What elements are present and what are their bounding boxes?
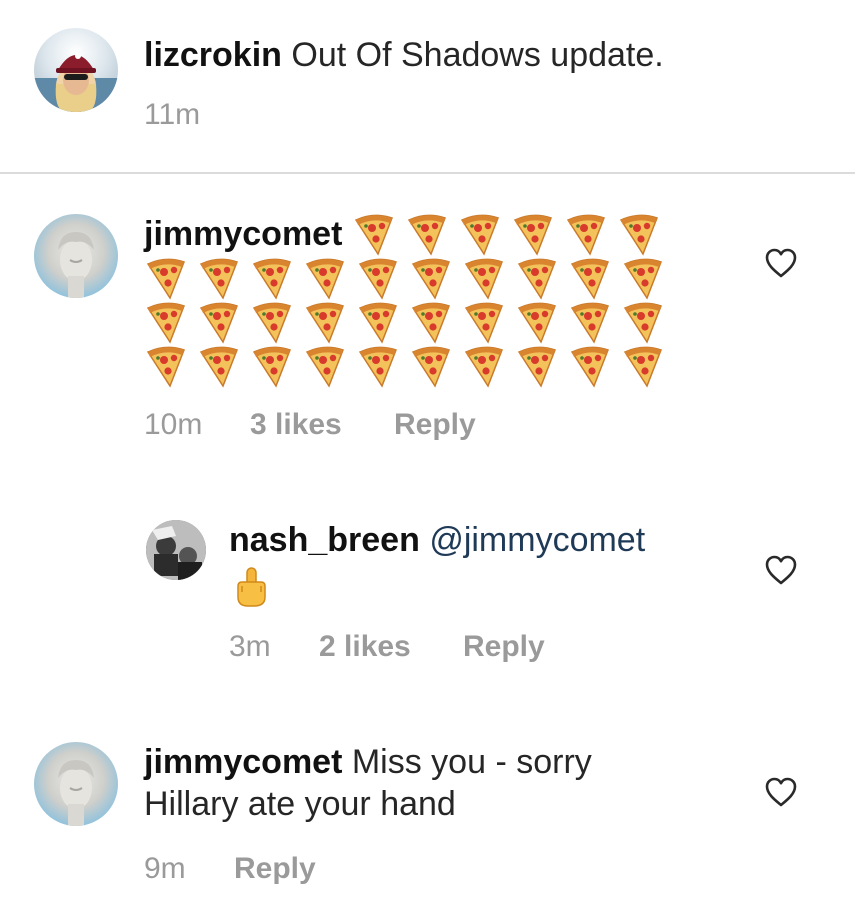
- likes-count[interactable]: 2 likes: [319, 630, 411, 664]
- pizza-slice-emoji: [355, 214, 394, 256]
- pizza-slice-emoji: [623, 258, 662, 300]
- username-jimmycomet[interactable]: jimmycomet: [144, 743, 342, 781]
- pizza-emoji-block: [144, 256, 665, 388]
- pizza-slice-emoji: [305, 302, 344, 344]
- avatar-jimmycomet[interactable]: [34, 742, 118, 826]
- pizza-slice-emoji: [464, 258, 503, 300]
- pizza-emoji-row-4: [144, 344, 665, 388]
- comment-text-2: Hillary ate your hand: [144, 785, 456, 823]
- pizza-slice-emoji: [199, 302, 238, 344]
- pizza-slice-emoji: [623, 302, 662, 344]
- reply-button[interactable]: Reply: [463, 630, 545, 664]
- pizza-slice-emoji: [620, 214, 659, 256]
- heart-outline-icon[interactable]: [764, 247, 798, 279]
- pizza-slice-emoji: [146, 258, 185, 300]
- comment-line: jimmycomet: [144, 212, 661, 256]
- pizza-slice-emoji: [461, 214, 500, 256]
- post-timestamp: 11m: [144, 98, 201, 131]
- pizza-slice-emoji: [252, 302, 291, 344]
- heart-outline-icon[interactable]: [764, 554, 798, 586]
- caption-text: Out Of Shadows update.: [291, 36, 664, 74]
- pizza-slice-emoji: [411, 346, 450, 388]
- reply-button[interactable]: Reply: [394, 408, 476, 442]
- pizza-slice-emoji: [146, 302, 185, 344]
- reply-button[interactable]: Reply: [234, 852, 316, 886]
- pizza-slice-emoji: [408, 214, 447, 256]
- pizza-slice-emoji: [411, 258, 450, 300]
- pizza-slice-emoji: [199, 258, 238, 300]
- caption-line: lizcrokin Out Of Shadows update.: [144, 33, 664, 77]
- pizza-slice-emoji: [411, 302, 450, 344]
- comment-timestamp: 10m: [144, 408, 203, 441]
- pizza-slice-emoji: [464, 302, 503, 344]
- comment-line-1: jimmycomet Miss you - sorry: [144, 740, 592, 784]
- pizza-slice-emoji: [570, 258, 609, 300]
- username-nash-breen[interactable]: nash_breen: [229, 521, 420, 559]
- avatar-jimmycomet[interactable]: [34, 214, 118, 298]
- pizza-slice-emoji: [305, 346, 344, 388]
- pizza-slice-emoji: [358, 258, 397, 300]
- pizza-slice-emoji: [305, 258, 344, 300]
- pizza-slice-emoji: [358, 302, 397, 344]
- avatar-image: [58, 760, 94, 826]
- pizza-slice-emoji: [464, 346, 503, 388]
- avatar-image: [146, 520, 206, 580]
- avatar-image: [34, 53, 118, 112]
- pizza-slice-emoji: [146, 346, 185, 388]
- pizza-slice-emoji: [514, 214, 553, 256]
- pizza-slice-emoji: [570, 346, 609, 388]
- pizza-emoji-row-3: [144, 300, 665, 344]
- comment-text-1: Miss you - sorry: [351, 743, 592, 781]
- pizza-slice-emoji: [358, 346, 397, 388]
- pizza-slice-emoji: [517, 346, 556, 388]
- username-jimmycomet[interactable]: jimmycomet: [144, 212, 342, 256]
- pizza-slice-emoji: [517, 258, 556, 300]
- heart-outline-icon[interactable]: [764, 776, 798, 808]
- mention-link[interactable]: @jimmycomet: [429, 521, 645, 559]
- pizza-slice-emoji: [199, 346, 238, 388]
- pizza-slice-emoji: [517, 302, 556, 344]
- pizza-slice-emoji: [252, 258, 291, 300]
- avatar-lizcrokin[interactable]: [34, 28, 118, 112]
- username-lizcrokin[interactable]: lizcrokin: [144, 36, 282, 74]
- pizza-slice-emoji: [567, 214, 606, 256]
- avatar-nash-breen[interactable]: [146, 520, 206, 580]
- comment-timestamp: 9m: [144, 852, 186, 885]
- avatar-image: [58, 232, 94, 298]
- divider: [0, 172, 855, 174]
- reply-timestamp: 3m: [229, 630, 271, 663]
- pizza-slice-emoji: [570, 302, 609, 344]
- middle-finger-emoji: [237, 567, 266, 607]
- pizza-slice-emoji: [252, 346, 291, 388]
- reply-line: nash_breen @jimmycomet: [229, 518, 645, 562]
- pizza-emoji-row-1: [352, 212, 661, 256]
- pizza-slice-emoji: [623, 346, 662, 388]
- likes-count[interactable]: 3 likes: [250, 408, 342, 442]
- pizza-emoji-row-2: [144, 256, 665, 300]
